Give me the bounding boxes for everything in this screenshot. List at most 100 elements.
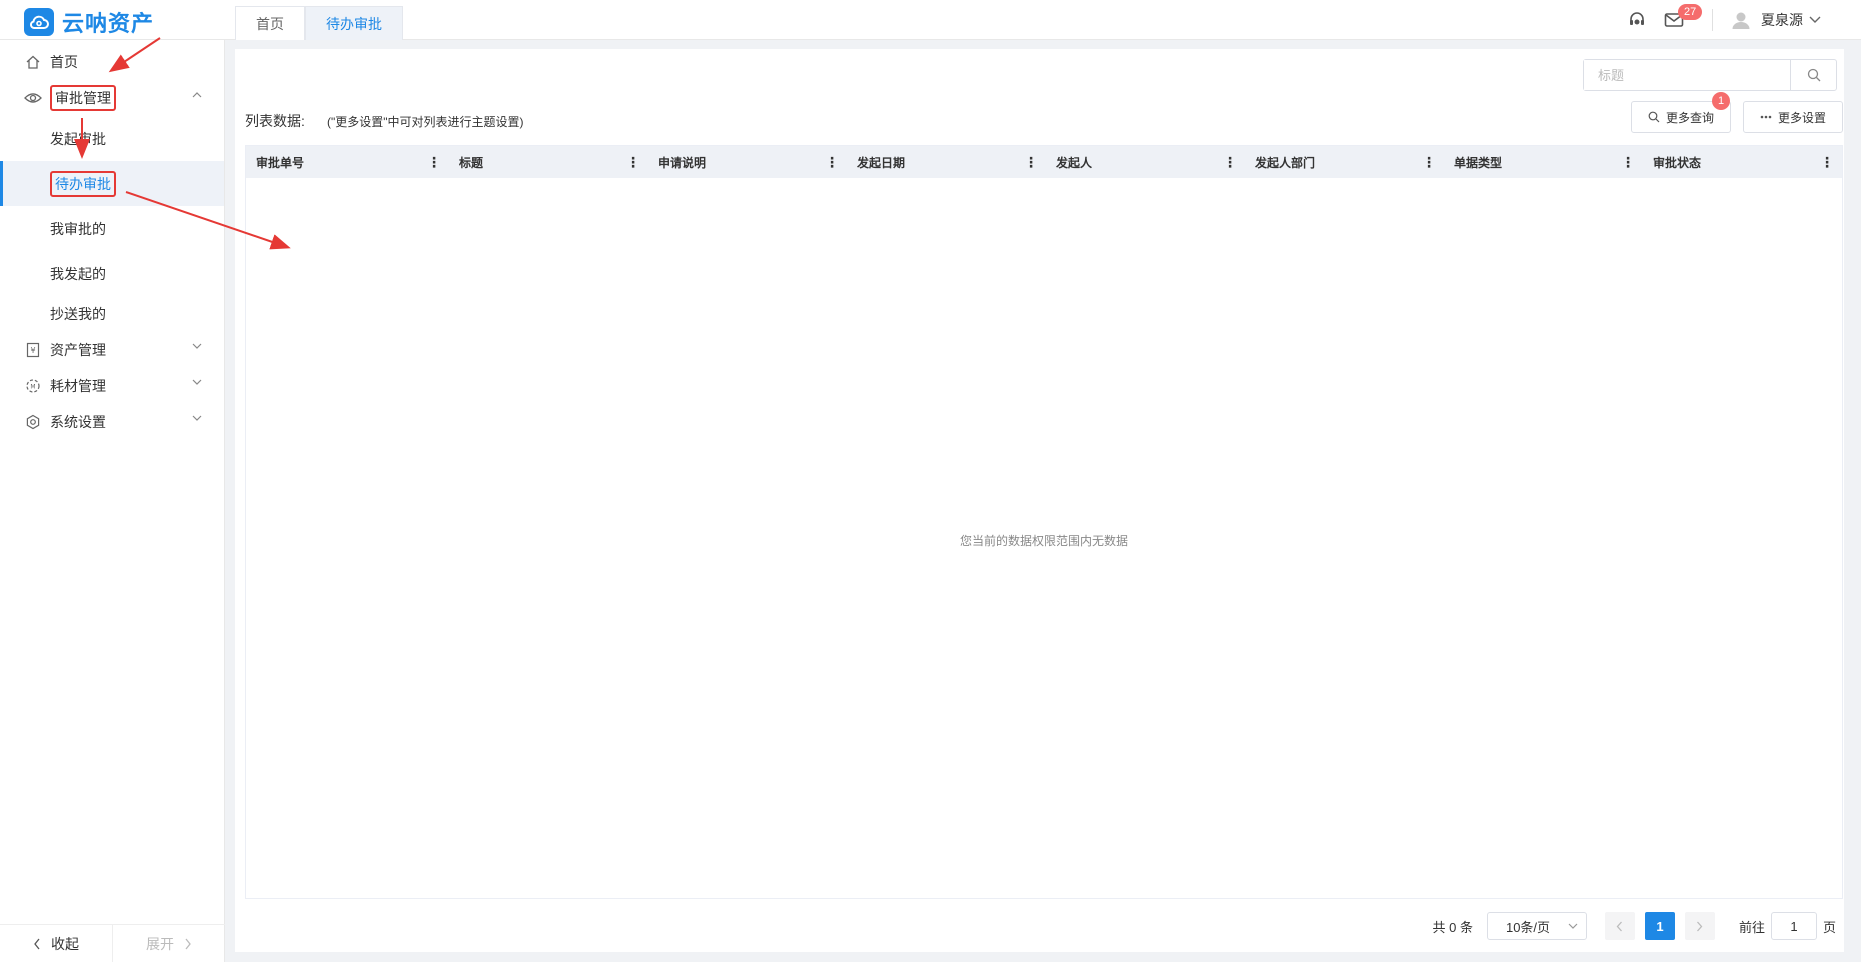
home-icon [24, 53, 42, 71]
goto-label: 前往 [1738, 919, 1765, 935]
table-header: 审批单号 ⋮ 标题 ⋮ 申请说明 ⋮ 发起日期 ⋮ 发起人 ⋮ 发起人部门 ⋮ 单据类型 ⋮ … [246, 146, 1842, 178]
collapse-button[interactable]: 收起 [0, 925, 113, 962]
column-title: 审批单号 [256, 155, 305, 170]
tab-home[interactable]: 首页 [235, 6, 305, 40]
sidebar-item-label: 耗材管理 [50, 378, 106, 394]
main-panel: 列表数据: ("更多设置"中可对列表进行主题设置) 更多查询 1 更多设置 审批… [235, 49, 1844, 952]
sidebar: 首页 审批管理 发起审批 待办审批 我审批的 我发起的 抄送我的 ¥ 资产管理 … [0, 40, 225, 962]
asset-icon: ¥ [24, 341, 42, 359]
sidebar-item-system-settings[interactable]: 系统设置 [0, 404, 224, 440]
expand-label: 展开 [146, 935, 174, 952]
sidebar-item-home[interactable]: 首页 [0, 44, 224, 80]
column-header[interactable]: 发起人部门 ⋮ [1245, 146, 1444, 178]
column-menu-icon[interactable]: ⋮ [825, 154, 839, 171]
search-icon [1648, 111, 1660, 123]
column-menu-icon[interactable]: ⋮ [427, 154, 441, 171]
svg-text:¥: ¥ [30, 346, 35, 355]
avatar-icon [1732, 12, 1750, 29]
pagination: 共 0 条 10条/页 1 前往 页 [1432, 912, 1836, 940]
page-size-value: 10条/页 [1505, 919, 1551, 935]
column-title: 单据类型 [1454, 155, 1503, 170]
empty-state-text: 您当前的数据权限范围内无数据 [959, 534, 1128, 548]
column-title: 审批状态 [1653, 155, 1702, 170]
column-menu-icon[interactable]: ⋮ [626, 154, 640, 171]
list-settings-hint: ("更多设置"中可对列表进行主题设置) [327, 115, 524, 129]
svg-text:M: M [30, 384, 35, 391]
more-settings-label: 更多设置 [1777, 110, 1826, 125]
sidebar-item-label: 首页 [50, 54, 78, 70]
chevron-down-icon [192, 379, 202, 385]
chevron-right-icon [185, 938, 191, 949]
header-actions: 27 夏泉源 [1610, 0, 1821, 40]
chevron-down-icon [192, 415, 202, 421]
chevron-up-icon [192, 92, 202, 98]
chevron-down-icon [1809, 16, 1821, 23]
total-count: 共 0 条 [1432, 919, 1473, 935]
sidebar-item-approval-management[interactable]: 审批管理 [0, 80, 224, 116]
app-logo[interactable]: 云呐资产 [24, 6, 154, 38]
chevron-right-icon [1697, 921, 1703, 931]
column-menu-icon[interactable]: ⋮ [1820, 154, 1834, 171]
more-query-button[interactable]: 更多查询 1 [1631, 92, 1731, 133]
support-icon[interactable] [1628, 11, 1646, 29]
app-name: 云呐资产 [62, 11, 155, 36]
expand-button[interactable]: 展开 [113, 925, 225, 962]
page-tabs: 首页 待办审批 [235, 6, 403, 40]
header-divider [1712, 9, 1713, 31]
search-button[interactable] [1790, 60, 1836, 90]
eye-icon [24, 89, 42, 107]
more-query-badge: 1 [1712, 92, 1730, 110]
sidebar-item-label: 审批管理 [50, 85, 116, 111]
user-menu[interactable]: 夏泉源 [1731, 10, 1821, 30]
column-title: 发起日期 [857, 155, 906, 170]
column-header[interactable]: 申请说明 ⋮ [648, 146, 847, 178]
column-header[interactable]: 审批单号 ⋮ [246, 146, 449, 178]
message-count-badge: 27 [1678, 4, 1703, 20]
search-input[interactable] [1584, 60, 1790, 90]
chevron-left-icon [34, 938, 40, 949]
collapse-label: 收起 [51, 935, 79, 952]
column-menu-icon[interactable]: ⋮ [1223, 154, 1237, 171]
prev-page-button[interactable] [1604, 912, 1635, 940]
approval-table: 审批单号 ⋮ 标题 ⋮ 申请说明 ⋮ 发起日期 ⋮ 发起人 ⋮ 发起人部门 ⋮ 单据类型 ⋮ … [245, 145, 1843, 899]
sidebar-item-started-by-me[interactable]: 我发起的 [0, 251, 224, 296]
gear-icon [24, 413, 42, 431]
goto-page-input[interactable] [1770, 912, 1817, 940]
sidebar-item-label: 系统设置 [50, 414, 106, 430]
column-header[interactable]: 发起日期 ⋮ [847, 146, 1046, 178]
sidebar-item-label: 待办审批 [50, 170, 116, 197]
column-header[interactable]: 审批状态 ⋮ [1643, 146, 1842, 178]
chevron-left-icon [1617, 921, 1623, 931]
sidebar-item-start-approval[interactable]: 发起审批 [0, 116, 224, 161]
sidebar-item-pending-approval[interactable]: 待办审批 [0, 161, 224, 206]
chevron-down-icon [192, 343, 202, 349]
next-page-button[interactable] [1684, 912, 1715, 940]
sidebar-item-cc-me[interactable]: 抄送我的 [0, 296, 224, 332]
sidebar-item-approved-by-me[interactable]: 我审批的 [0, 206, 224, 251]
column-title: 标题 [459, 155, 484, 170]
more-query-label: 更多查询 [1665, 110, 1714, 125]
mail-icon[interactable]: 27 [1664, 4, 1703, 28]
list-data-label: 列表数据: [245, 113, 305, 129]
sidebar-item-consumables-management[interactable]: M 耗材管理 [0, 368, 224, 404]
column-title: 发起人 [1056, 155, 1093, 170]
column-menu-icon[interactable]: ⋮ [1422, 154, 1436, 171]
column-header[interactable]: 发起人 ⋮ [1046, 146, 1245, 178]
column-title: 申请说明 [658, 155, 707, 170]
sidebar-item-asset-management[interactable]: ¥ 资产管理 [0, 332, 224, 368]
page-size-select[interactable]: 10条/页 [1486, 912, 1587, 940]
page-unit-label: 页 [1822, 919, 1836, 935]
cloud-logo-icon [24, 8, 54, 36]
user-name: 夏泉源 [1761, 12, 1803, 28]
sidebar-item-label: 资产管理 [50, 342, 106, 358]
column-header[interactable]: 标题 ⋮ [449, 146, 648, 178]
page-number-button[interactable]: 1 [1644, 912, 1675, 940]
title-search [1583, 59, 1837, 91]
column-menu-icon[interactable]: ⋮ [1024, 154, 1038, 171]
sidebar-collapse-bar: 收起 展开 [0, 924, 225, 962]
more-settings-button[interactable]: 更多设置 [1743, 101, 1843, 133]
top-bar: 云呐资产 首页 待办审批 27 夏泉源 [0, 0, 1861, 40]
column-menu-icon[interactable]: ⋮ [1621, 154, 1635, 171]
tab-pending-approval[interactable]: 待办审批 [305, 6, 403, 40]
column-header[interactable]: 单据类型 ⋮ [1444, 146, 1643, 178]
